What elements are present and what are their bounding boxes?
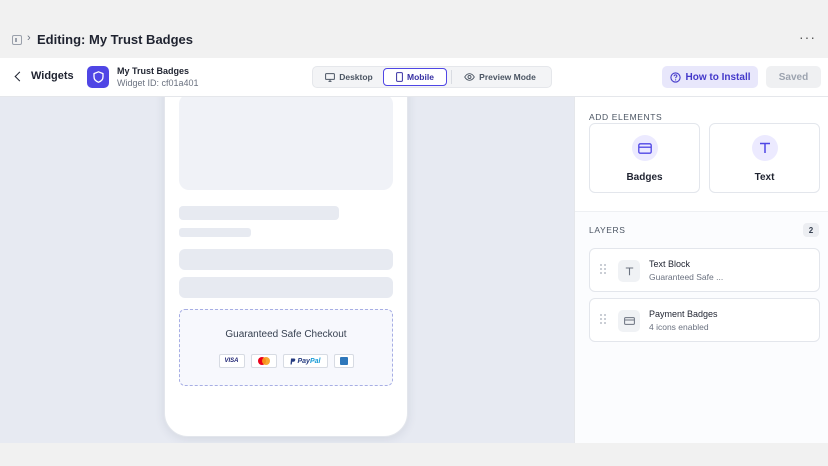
placeholder-subtitle [179,228,251,237]
layer-name: Text Block [649,259,691,269]
placeholder-image [179,97,393,190]
title-bar: › Editing: My Trust Badges ··· [0,22,828,58]
drag-handle-icon[interactable] [600,314,608,326]
add-text-button[interactable]: Text [709,123,820,193]
saved-button[interactable]: Saved [766,66,821,88]
paypal-pay-text: Pay [297,357,310,365]
editor-header: Widgets My Trust Badges Widget ID: cf01a… [0,58,828,97]
paypal-pal-text: Pal [309,357,321,365]
layers-heading: LAYERS [589,225,626,235]
back-label: Widgets [31,70,74,82]
mastercard-badge-icon [250,354,277,368]
desktop-label: Desktop [339,72,373,82]
help-circle-icon [669,71,681,83]
layer-name: Payment Badges [649,309,718,319]
app-icon [12,35,22,45]
add-elements-heading: ADD ELEMENTS [589,112,663,122]
paypal-badge-icon: PayPal [282,354,328,368]
add-badges-button[interactable]: Badges [589,123,700,193]
how-to-install-label: How to Install [685,71,751,83]
layers-section: LAYERS 2 Text Block Guaranteed Safe ... … [575,211,828,443]
phone-icon [396,72,403,82]
mobile-preview-frame: Guaranteed Safe Checkout VISA PayPal [164,97,408,437]
layer-item-text-block[interactable]: Text Block Guaranteed Safe ... [589,248,820,292]
how-to-install-button[interactable]: How to Install [662,66,758,88]
text-icon [752,135,778,161]
monitor-icon [325,72,336,82]
text-icon [618,260,640,282]
more-options-button[interactable]: ··· [799,29,816,45]
eye-icon [464,73,475,81]
preview-mode-button[interactable]: Preview Mode [452,68,548,86]
widget-name: My Trust Badges [117,66,190,76]
desktop-view-button[interactable]: Desktop [315,68,383,86]
placeholder-button [179,249,393,270]
trust-badge-widget[interactable]: Guaranteed Safe Checkout VISA PayPal [179,309,393,386]
back-to-widgets-button[interactable]: Widgets [14,70,74,82]
chevron-right-icon: › [27,32,31,44]
mobile-label: Mobile [407,72,434,82]
shield-icon [87,66,109,88]
card-icon [618,310,640,332]
chevron-left-icon [14,71,25,81]
view-mode-switcher: Desktop Mobile Preview Mode [312,66,552,88]
placeholder-title [179,206,339,220]
editor-canvas: Guaranteed Safe Checkout VISA PayPal [0,97,574,443]
layers-count-badge: 2 [803,223,819,237]
layer-subtitle: 4 icons enabled [649,322,709,332]
placeholder-button [179,277,393,298]
preview-mode-label: Preview Mode [479,72,536,82]
widget-id: Widget ID: cf01a401 [117,78,199,88]
badges-label: Badges [626,172,663,183]
layer-subtitle: Guaranteed Safe ... [649,272,724,282]
trust-badge-title: Guaranteed Safe Checkout [225,329,347,340]
card-icon [632,135,658,161]
layer-item-payment-badges[interactable]: Payment Badges 4 icons enabled [589,298,820,342]
payment-badges-row: VISA PayPal [180,354,392,368]
page-title: Editing: My Trust Badges [37,32,194,47]
mobile-view-button[interactable]: Mobile [383,68,447,86]
drag-handle-icon[interactable] [600,264,608,276]
editor-sidebar: ADD ELEMENTS Badges Text LAYERS 2 Text B… [574,97,828,443]
text-label: Text [754,172,775,183]
amex-badge-icon [333,354,354,368]
visa-badge-icon: VISA [218,354,245,368]
